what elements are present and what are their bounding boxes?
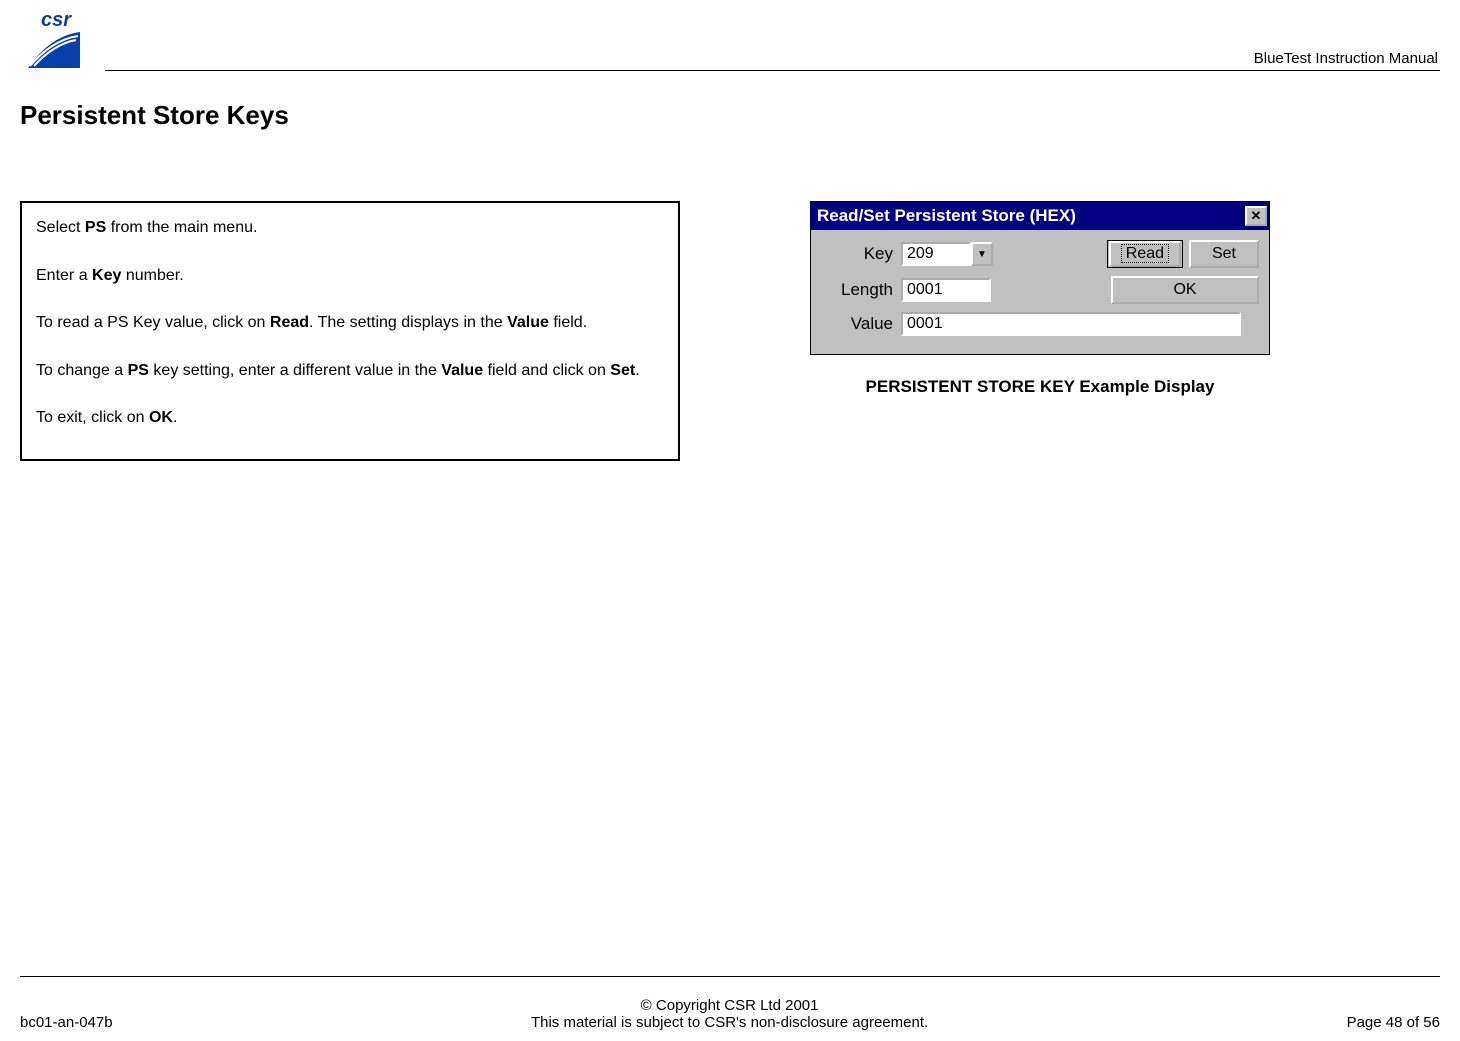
- instruction-step: To change a PS key setting, enter a diff…: [36, 360, 664, 382]
- instruction-step: Select PS from the main menu.: [36, 217, 664, 239]
- key-label: Key: [821, 244, 901, 264]
- page-content: Select PS from the main menu. Enter a Ke…: [0, 171, 1460, 461]
- value-label: Value: [821, 314, 901, 334]
- set-button[interactable]: Set: [1189, 240, 1259, 268]
- page-header: csr BlueTest Instruction Manual: [0, 0, 1460, 80]
- ok-button[interactable]: OK: [1111, 276, 1259, 304]
- document-title: BlueTest Instruction Manual: [1254, 50, 1438, 67]
- instruction-step: Enter a Key number.: [36, 265, 664, 287]
- csr-logo: csr: [20, 8, 92, 78]
- dialog-body: Key ▼ Read Set Length: [811, 230, 1269, 354]
- instruction-step: To exit, click on OK.: [36, 407, 664, 429]
- figure-column: Read/Set Persistent Store (HEX) ✕ Key ▼: [810, 201, 1270, 461]
- instructions-box: Select PS from the main menu. Enter a Ke…: [20, 201, 680, 461]
- footer-copyright: © Copyright CSR Ltd 2001 This material i…: [113, 997, 1347, 1031]
- key-dropdown-button[interactable]: ▼: [971, 242, 993, 266]
- persistent-store-dialog: Read/Set Persistent Store (HEX) ✕ Key ▼: [810, 201, 1270, 355]
- close-icon: ✕: [1251, 208, 1262, 224]
- close-button[interactable]: ✕: [1245, 206, 1267, 226]
- chevron-down-icon: ▼: [977, 249, 987, 260]
- length-input[interactable]: [901, 278, 991, 302]
- footer-rule: [20, 976, 1440, 977]
- dialog-title: Read/Set Persistent Store (HEX): [817, 206, 1076, 226]
- length-label: Length: [821, 280, 901, 300]
- page-footer: bc01-an-047b © Copyright CSR Ltd 2001 Th…: [20, 976, 1440, 1031]
- page-heading: Persistent Store Keys: [20, 100, 1460, 131]
- value-input[interactable]: [901, 312, 1241, 336]
- read-button[interactable]: Read: [1107, 240, 1183, 268]
- header-rule: [105, 70, 1440, 71]
- dialog-titlebar[interactable]: Read/Set Persistent Store (HEX) ✕: [811, 202, 1269, 230]
- footer-doc-id: bc01-an-047b: [20, 1014, 113, 1031]
- key-input[interactable]: [901, 242, 971, 266]
- svg-text:csr: csr: [41, 9, 72, 31]
- instruction-step: To read a PS Key value, click on Read. T…: [36, 312, 664, 334]
- figure-caption: PERSISTENT STORE KEY Example Display: [810, 377, 1270, 397]
- footer-page-number: Page 48 of 56: [1347, 1014, 1440, 1031]
